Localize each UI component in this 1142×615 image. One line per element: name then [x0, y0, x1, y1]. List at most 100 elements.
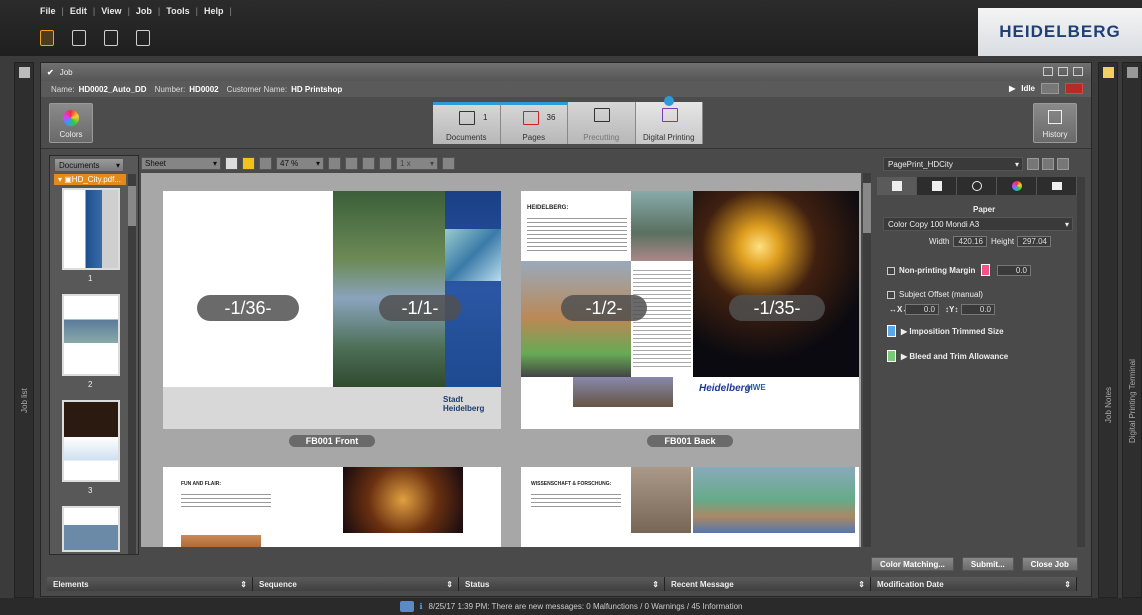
page-thumbnail-4[interactable] [62, 506, 120, 552]
properties-scrollbar[interactable] [1077, 177, 1085, 547]
nonprinting-checkbox[interactable] [887, 267, 895, 275]
menu-tools[interactable]: Tools [166, 6, 189, 16]
export-icon[interactable] [442, 156, 455, 170]
menu-help[interactable]: Help [204, 6, 224, 16]
scroll-thumb[interactable] [128, 186, 136, 226]
column-elements[interactable]: Elements ⇕ [47, 577, 253, 591]
new-job-icon[interactable] [40, 30, 54, 46]
page-number-badge: -1/2- [561, 295, 647, 321]
step-documents[interactable]: 1 Documents [433, 102, 501, 144]
bleed-toggle[interactable]: ▶ Bleed and Trim Allowance [901, 352, 1008, 361]
y-offset-field[interactable]: 0.0 [961, 304, 995, 315]
page-thumbnail-1[interactable] [62, 188, 120, 270]
job-notes-strip[interactable]: Job Notes [1098, 62, 1118, 598]
zoom-select[interactable]: 47 % ▾ [276, 156, 324, 170]
colors-icon [63, 110, 79, 126]
column-sequence[interactable]: Sequence ⇕ [253, 577, 459, 591]
tab-output[interactable] [1037, 177, 1077, 195]
close-job-button[interactable]: Close Job [1021, 557, 1078, 571]
pointer-tool-icon[interactable] [225, 156, 238, 170]
print-icon[interactable] [72, 30, 86, 46]
collapse-icon[interactable] [19, 67, 30, 78]
history-button[interactable]: History [1033, 103, 1077, 143]
tab-marks[interactable] [957, 177, 997, 195]
subject-offset-checkbox[interactable] [887, 291, 895, 299]
canvas-vertical-scrollbar[interactable] [863, 173, 871, 547]
scroll-thumb[interactable] [863, 183, 871, 233]
thumbnail-scrollbar[interactable] [128, 174, 136, 554]
edit-tool-icon[interactable] [242, 156, 255, 170]
city-photo [631, 191, 693, 261]
messages-icon[interactable] [399, 601, 414, 612]
tab-layout[interactable] [917, 177, 957, 195]
colors-button[interactable]: Colors [49, 103, 93, 143]
fit-page-icon[interactable] [345, 156, 358, 170]
page-thumbnail-2[interactable] [62, 294, 120, 376]
menu-view[interactable]: View [101, 6, 121, 16]
heading-text: FUN AND FLAIR: [181, 481, 222, 487]
stop-button[interactable] [1065, 83, 1083, 94]
tab-paper[interactable] [877, 177, 917, 195]
menu-profile-icon[interactable] [1057, 158, 1069, 170]
notes-icon[interactable] [1103, 67, 1114, 78]
height-field[interactable]: 297.04 [1017, 236, 1051, 247]
name-label: Name: [51, 84, 75, 94]
settings-icon[interactable] [136, 30, 150, 46]
column-recent-message[interactable]: Recent Message ⇕ [665, 577, 871, 591]
color-matching-button[interactable]: Color Matching... [871, 557, 954, 571]
terminal-icon[interactable] [1127, 67, 1138, 78]
submit-button[interactable]: Submit... [961, 557, 1014, 571]
number-label: Number: [154, 84, 186, 94]
page-thumbnail-3[interactable] [62, 400, 120, 482]
column-label: Modification Date [877, 579, 944, 589]
sheet-canvas[interactable]: Stadt Heidelberg -1/36- -1/1- FB001 Fron… [141, 173, 861, 547]
column-status[interactable]: Status ⇕ [459, 577, 665, 591]
width-field[interactable]: 420.16 [953, 236, 987, 247]
nonprinting-label: Non-printing Margin [899, 266, 976, 275]
menu-job[interactable]: Job [136, 6, 152, 16]
imposition-toggle[interactable]: ▶ Imposition Trimmed Size [901, 327, 1004, 336]
remove-profile-icon[interactable] [1042, 158, 1054, 170]
view-select[interactable]: Sheet ▾ [141, 156, 221, 170]
menu-edit[interactable]: Edit [70, 6, 87, 16]
sheet-back[interactable]: HEIDELBERG: Heidelberg HWE -1/2- -1/35- [521, 191, 859, 429]
imposition-label: Imposition Trimmed Size [909, 327, 1004, 336]
nonprinting-field[interactable]: 0.0 [997, 265, 1031, 276]
start-button[interactable] [1041, 83, 1059, 94]
customer-label: Customer Name: [226, 84, 288, 94]
document-tree-item[interactable]: ▾ ▣ HD_City.pdf... [54, 174, 126, 185]
precutting-label: Precutting [583, 133, 620, 142]
copies-value: 1 x [400, 158, 411, 168]
sort-icon: ⇕ [858, 579, 865, 589]
detach-icon[interactable] [1073, 67, 1083, 76]
devices-icon[interactable] [104, 30, 118, 46]
step-pages[interactable]: 36 Pages [500, 102, 568, 144]
documents-dropdown[interactable]: Documents ▾ [54, 158, 124, 172]
terminal-strip[interactable]: Digital Printing Terminal [1122, 62, 1142, 598]
paper-select[interactable]: Color Copy 100 Mondi A3 ▾ [883, 217, 1073, 231]
sheet-next-back[interactable]: WISSENSCHAFT & FORSCHUNG: [521, 467, 859, 547]
profile-select[interactable]: PagePrint_HDCity ▾ [883, 157, 1023, 171]
split-icon[interactable] [1058, 67, 1068, 76]
column-modification-date[interactable]: Modification Date ⇕ [871, 577, 1077, 591]
message-table-header: Elements ⇕ Sequence ⇕ Status ⇕ Recent Messa… [47, 577, 1087, 591]
sheet-front[interactable]: Stadt Heidelberg -1/36- -1/1- [163, 191, 501, 429]
rotate-icon[interactable] [379, 156, 392, 170]
step-precutting[interactable]: Precutting [568, 102, 636, 144]
fit-width-icon[interactable] [328, 156, 341, 170]
fit-height-icon[interactable] [362, 156, 375, 170]
sheet-next-front[interactable]: FUN AND FLAIR: [163, 467, 501, 547]
menu-file[interactable]: File [40, 6, 56, 16]
copies-select[interactable]: 1 x ▾ [396, 156, 438, 170]
step-digital-printing[interactable]: Digital Printing [635, 96, 703, 144]
x-offset-field[interactable]: 0.0 [905, 304, 939, 315]
sheet-label-front: FB001 Front [289, 435, 375, 447]
add-profile-icon[interactable] [1027, 158, 1039, 170]
chevron-down-icon: ▾ [212, 158, 217, 168]
job-list-strip[interactable]: Job list [14, 62, 34, 598]
layout-icon[interactable] [1043, 67, 1053, 76]
play-icon: ▶ [1009, 84, 1016, 93]
tab-color[interactable] [997, 177, 1037, 195]
top-bar: File | Edit | View | Job | Tools | Help | HEID… [0, 0, 1142, 56]
zoom-tool-icon[interactable] [259, 156, 272, 170]
